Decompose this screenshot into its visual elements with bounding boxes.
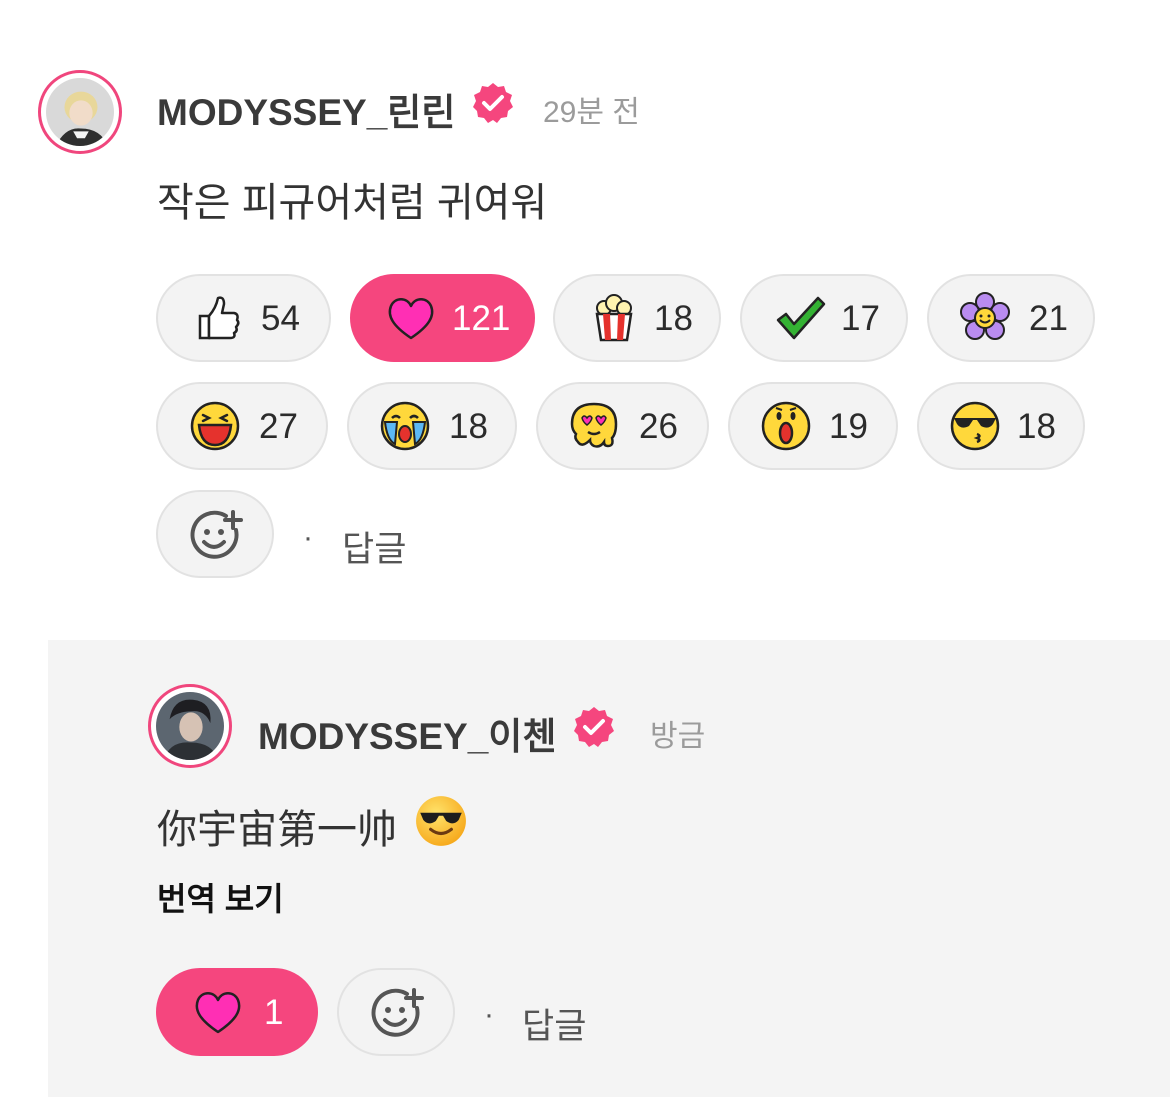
avatar-photo (46, 78, 114, 146)
avatar-photo (156, 692, 224, 760)
comment-text: 작은 피규어처럼 귀여워 (157, 181, 548, 225)
reaction-count: 18 (449, 407, 488, 446)
reaction-surprised[interactable]: 19 (728, 382, 898, 470)
sunglasses-face-icon (950, 401, 1000, 451)
smiling-face-with-sunglasses-icon (416, 796, 466, 846)
reply-link[interactable]: 답글 (342, 521, 406, 572)
username[interactable]: MODYSSEY_린린 (157, 82, 455, 136)
reaction-count: 54 (261, 299, 300, 338)
surprised-face-icon (761, 401, 811, 451)
verified-badge-icon (574, 707, 614, 747)
add-emoji-icon (371, 988, 424, 1037)
reaction-count: 18 (654, 299, 693, 338)
reaction-count: 121 (452, 299, 511, 338)
reaction-laughing[interactable]: 27 (156, 382, 328, 470)
reaction-crying[interactable]: 18 (347, 382, 517, 470)
separator-dot: · (303, 521, 313, 554)
crying-face-icon (380, 401, 430, 451)
reaction-count: 26 (639, 407, 678, 446)
reaction-flower[interactable]: 21 (927, 274, 1095, 362)
popcorn-icon (595, 294, 633, 342)
checkmark-icon (776, 296, 826, 340)
add-reaction-button[interactable] (337, 968, 455, 1056)
reply-text: 你宇宙第一帅 (157, 797, 397, 855)
timestamp: 방금 (650, 720, 706, 753)
melting-love-face-icon (570, 402, 618, 448)
reaction-thumbs-up[interactable]: 54 (156, 274, 331, 362)
reaction-check[interactable]: 17 (740, 274, 908, 362)
reaction-count: 21 (1029, 299, 1068, 338)
reaction-count: 1 (264, 993, 284, 1032)
avatar[interactable] (38, 70, 122, 154)
reaction-count: 18 (1017, 407, 1056, 446)
reply-text-content: 你宇宙第一帅 (157, 808, 397, 852)
reaction-heart[interactable]: 1 (156, 968, 318, 1056)
timestamp: 29분 전 (543, 96, 640, 129)
heart-icon (195, 992, 241, 1034)
add-reaction-button[interactable] (156, 490, 274, 578)
reaction-melting-love[interactable]: 26 (536, 382, 709, 470)
reaction-heart[interactable]: 121 (350, 274, 535, 362)
flower-icon (960, 292, 1010, 340)
translate-link[interactable]: 번역 보기 (157, 874, 284, 920)
username[interactable]: MODYSSEY_이첸 (258, 706, 556, 760)
laughing-face-icon (190, 401, 240, 451)
reaction-count: 27 (259, 407, 298, 446)
heart-icon (388, 298, 434, 340)
add-emoji-icon (190, 510, 243, 559)
avatar[interactable] (148, 684, 232, 768)
reaction-popcorn[interactable]: 18 (553, 274, 721, 362)
verified-badge-icon (473, 83, 513, 123)
thumbs-up-icon (198, 296, 240, 340)
separator-dot: · (484, 998, 494, 1031)
reaction-count: 17 (841, 299, 880, 338)
reaction-count: 19 (829, 407, 868, 446)
reply-link[interactable]: 답글 (522, 998, 586, 1049)
reaction-sunglasses[interactable]: 18 (917, 382, 1085, 470)
